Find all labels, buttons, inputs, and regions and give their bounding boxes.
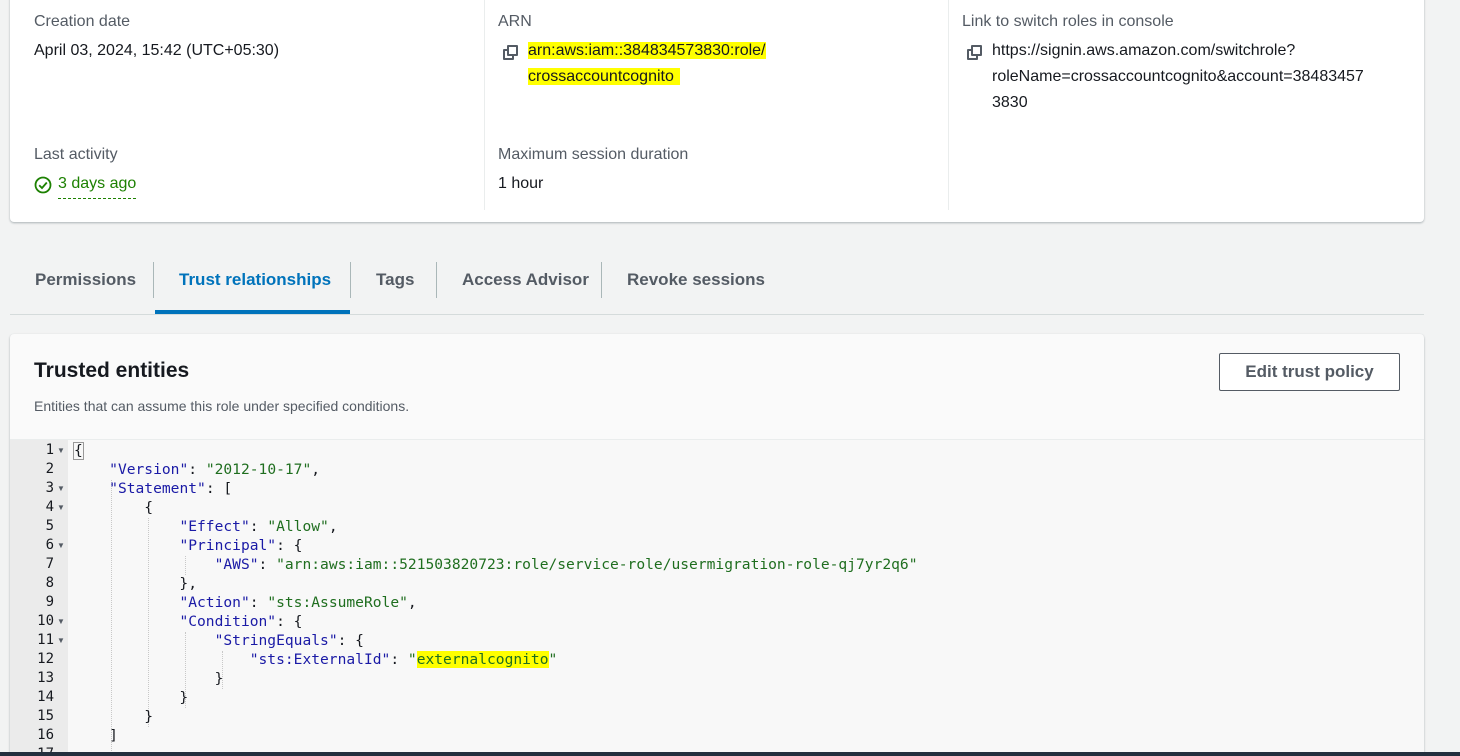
active-tab-indicator [155,310,350,314]
switch-role-link-line3: 3830 [992,94,1028,111]
fold-arrow-icon[interactable]: ▼ [57,479,65,498]
tab-tags[interactable]: Tags [376,262,414,314]
last-activity-label: Last activity [34,146,118,163]
line-number: 11 [37,632,54,648]
line-number: 7 [45,556,54,572]
line-number: 8 [45,575,54,591]
fold-arrow-icon[interactable]: ▼ [57,612,65,631]
code-line: "Statement": [ [109,480,233,497]
last-activity-value[interactable]: 3 days ago [34,171,137,199]
creation-date-label: Creation date [34,13,131,30]
line-number: 5 [45,518,54,534]
line-number: 13 [37,670,54,686]
arn-value: arn:aws:iam::384834573830:role/ crossacc… [528,38,766,90]
line-number: 9 [45,594,54,610]
edit-trust-policy-button[interactable]: Edit trust policy [1219,353,1400,391]
tab-access-advisor[interactable]: Access Advisor [462,262,589,314]
line-number: 16 [37,727,54,743]
trusted-entities-card: Trusted entities Entities that can assum… [10,334,1424,756]
line-number: 10 [37,613,54,629]
code-line: "StringEquals": { [214,632,364,649]
switch-role-link-line2: roleName=crossaccountcognito&account=384… [992,68,1364,85]
line-number: 15 [37,708,54,724]
fold-arrow-icon[interactable]: ▼ [57,536,65,555]
code-line: "sts:ExternalId": "externalcognito" [249,651,558,668]
arn-value-line2: crossaccountcognito [528,68,680,85]
code-line: "Effect": "Allow", [179,518,338,535]
fold-arrow-icon[interactable]: ▼ [57,498,65,517]
creation-date-value: April 03, 2024, 15:42 (UTC+05:30) [34,42,280,59]
copy-icon[interactable] [967,45,983,61]
tab-separator [601,262,602,298]
tab-trust-relationships[interactable]: Trust relationships [179,262,331,314]
line-number: 14 [37,689,54,705]
code-line: "Principal": { [179,537,303,554]
code-line: "Action": "sts:AssumeRole", [179,594,417,611]
tab-separator [153,262,154,298]
tab-permissions[interactable]: Permissions [35,262,136,314]
code-line: } [74,670,224,687]
external-id-highlight: externalcognito [416,651,549,668]
last-activity-text[interactable]: 3 days ago [58,171,137,199]
code-line: "Version": "2012-10-17", [109,461,321,478]
fold-arrow-icon[interactable]: ▼ [57,631,65,650]
code-line: }, [74,575,198,592]
line-number: 3 [45,480,54,496]
line-number: 6 [45,537,54,553]
status-success-icon [34,176,52,194]
code-line: "AWS": "arn:aws:iam::521503820723:role/s… [214,556,918,573]
line-number: 12 [37,651,54,667]
max-session-label: Maximum session duration [498,146,689,163]
max-session-value: 1 hour [498,175,544,192]
switch-role-link-line1: https://signin.aws.amazon.com/switchrole… [992,42,1296,59]
code-line: { [74,499,154,516]
role-tabs: Permissions Trust relationships Tags Acc… [10,244,1424,315]
tab-separator [436,262,437,298]
editor-gutter: 1 2 3 4 5 6 7 8 9 10 11 12 13 14 15 16 1… [10,440,68,756]
code-line: } [74,689,189,706]
trusted-entities-title: Trusted entities [34,359,190,382]
line-number: 4 [45,499,54,515]
tab-separator [350,262,351,298]
tab-revoke-sessions[interactable]: Revoke sessions [627,262,765,314]
bottom-taskbar-edge [0,752,1460,756]
fold-arrow-icon[interactable]: ▼ [57,441,65,460]
code-line: } [74,708,154,725]
role-summary-card: Creation date April 03, 2024, 15:42 (UTC… [10,0,1424,222]
summary-column-3: Link to switch roles in console https://… [962,0,1412,210]
line-number: 2 [45,461,54,477]
line-number: 1 [45,442,54,458]
copy-icon[interactable] [503,45,519,61]
summary-column-1: Creation date April 03, 2024, 15:42 (UTC… [34,0,484,210]
column-divider [484,0,485,210]
trusted-entities-subtitle: Entities that can assume this role under… [34,398,410,414]
policy-code-editor[interactable]: 1 2 3 4 5 6 7 8 9 10 11 12 13 14 15 16 1… [10,439,1424,756]
arn-label: ARN [498,13,532,30]
code-line: { [74,442,83,459]
switch-role-link[interactable]: https://signin.aws.amazon.com/switchrole… [992,38,1364,116]
summary-column-2: ARN arn:aws:iam::384834573830:role/ cros… [498,0,948,210]
arn-value-line1: arn:aws:iam::384834573830:role/ [528,42,766,59]
switch-role-label: Link to switch roles in console [962,13,1174,30]
code-line: "Condition": { [179,613,303,630]
column-divider [948,0,949,210]
code-line: ] [74,727,118,744]
